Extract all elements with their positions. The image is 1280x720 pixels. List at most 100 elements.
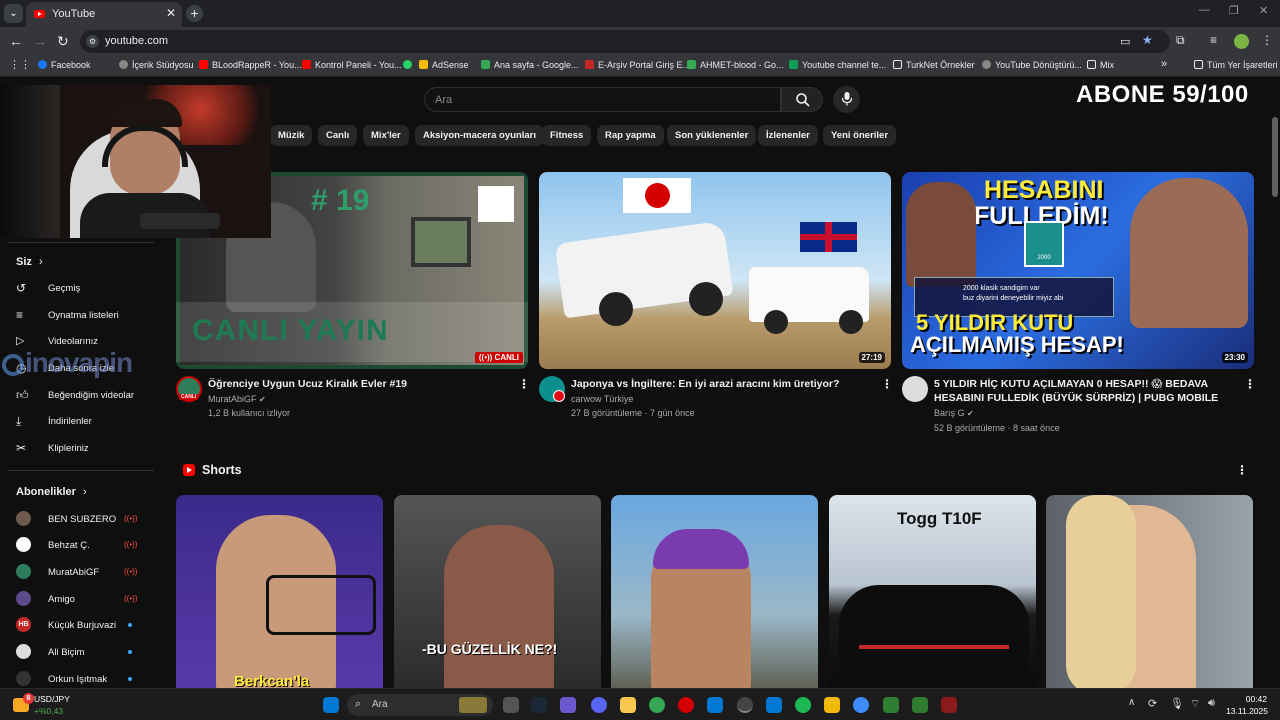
forward-arrow-icon[interactable]: → [33,33,47,49]
bookmark-kontrol-paneli[interactable]: Kontrol Paneli - You... [302,60,402,70]
short-thumbnail-3[interactable] [611,495,818,688]
facebook-icon [38,60,47,69]
taskbar-search-placeholder: Ara [372,699,388,710]
search-button[interactable] [781,87,823,112]
play-app-icon[interactable] [912,697,928,713]
bookmark-facebook[interactable]: Facebook [38,60,91,70]
microphone-tray-icon[interactable]: 🎙︎ [1170,697,1184,710]
windows-start-icon[interactable] [323,697,339,713]
profile-avatar[interactable] [1234,34,1249,49]
task-view-icon[interactable] [503,697,519,713]
page-scrollbar[interactable] [1272,117,1278,197]
channel-avatar-2[interactable] [539,376,565,402]
clock-time[interactable]: 00:42 [1229,694,1267,704]
bookmark-ahmet-blood[interactable]: AHMET-blood - Go... [687,60,784,70]
shorts-menu-icon[interactable]: ⋮ [1236,463,1248,477]
chip-izlenenler[interactable]: İzlenenler [758,125,818,146]
chip-fitness[interactable]: Fitness [542,125,592,146]
bookmark-icerik-studyosu[interactable]: İçerik Stüdyosu [119,60,194,70]
file-explorer-icon[interactable] [620,697,636,713]
short-thumbnail-1[interactable]: Berkcan'la [176,495,383,688]
site-info-icon[interactable]: ⚙ [86,35,99,48]
game-app-icon[interactable] [941,697,957,713]
short-thumbnail-2[interactable]: -BU GÜZELLİK NE?! [394,495,601,688]
outlook-icon[interactable] [707,697,723,713]
video-thumbnail-3[interactable]: HESABINI FULLEDİM! 2000 2000 klasik sand… [902,172,1254,369]
folder-icon [893,60,902,69]
sidebar-divider [8,242,154,243]
reload-icon[interactable]: ↻ [57,33,69,50]
short-thumbnail-5[interactable] [1046,495,1253,688]
bookmark-youtube-channel[interactable]: Youtube channel te... [789,60,886,70]
window-close-icon[interactable]: ✕ [1259,4,1268,17]
chip-mixler[interactable]: Mix'ler [363,125,409,146]
chip-yeni-oneriler[interactable]: Yeni öneriler [823,125,897,146]
video-thumbnail-2[interactable]: 27:19 [539,172,891,369]
bookmark-google-drive[interactable]: Ana sayfa - Google... [481,60,579,70]
bookmark-e-arsiv[interactable]: E-Arşiv Portal Giriş E... [585,60,690,70]
binance-icon[interactable] [824,697,840,713]
wifi-icon[interactable]: ⌔ [1190,697,1200,711]
copilot-icon[interactable] [560,697,576,713]
bookmark-bloodrapper[interactable]: BLoodRappeR - You... [199,60,302,70]
chip-muzik[interactable]: Müzik [270,125,313,146]
opera-icon[interactable] [678,697,694,713]
voice-search-button[interactable] [833,86,860,113]
video-title-3[interactable]: 5 YILDIR HİÇ KUTU AÇILMAYAN 0 HESAP!! 😱 … [934,377,1234,405]
sidebar-you-header[interactable]: Siz › [16,256,43,268]
chip-canli[interactable]: Canlı [318,125,358,146]
tab-close-icon[interactable]: ✕ [166,6,176,20]
chip-aksiyon-macera[interactable]: Aksiyon-macera oyunları [415,125,544,146]
bookmark-mix[interactable]: Mix [1087,60,1114,70]
channel-name-1[interactable]: MuratAbiGF ✔ [208,394,266,404]
bookmark-star-icon[interactable]: ★ [1142,33,1153,47]
cast-icon[interactable]: ▭ [1120,35,1130,48]
steam-icon[interactable] [531,697,547,713]
url-field[interactable]: ⚙ youtube.com [80,30,1170,53]
bookmark-adsense[interactable]: AdSense [403,60,469,70]
tray-chevron-icon[interactable]: ∧ [1128,697,1135,708]
reading-list-icon[interactable]: ≡ [1210,33,1217,47]
bookmark-youtube-donusturucu[interactable]: YouTube Dönüştürü... [982,60,1082,70]
app-icon[interactable] [853,697,869,713]
bookmark-all-bookmarks[interactable]: Tüm Yer İşaretleri [1194,60,1278,70]
back-arrow-icon[interactable]: ← [9,33,23,49]
channel-name-2[interactable]: carwow Türkiye [571,394,633,404]
search-input[interactable]: Ara [424,87,781,112]
chrome-icon[interactable] [649,697,665,713]
more-bookmarks-icon[interactable]: » [1161,58,1167,70]
bookmark-turknet[interactable]: TurkNet Örnekler [893,60,975,70]
browser-tab-youtube[interactable]: YouTube ✕ [26,2,182,27]
discord-icon[interactable] [591,697,607,713]
thumbnail-headline-1: HESABINI [984,176,1104,204]
chip-son-yuklenenler[interactable]: Son yüklenenler [667,125,757,146]
clock-date[interactable]: 13.11.2025 [1218,706,1268,716]
video-menu-icon[interactable]: ⋮ [518,377,530,391]
video-menu-icon[interactable]: ⋮ [881,377,893,391]
channel-avatar-3[interactable] [902,376,928,402]
short-thumbnail-4[interactable]: Togg T10F [829,495,1036,688]
outlook-new-icon[interactable] [766,697,782,713]
minimize-icon[interactable]: — [1199,4,1210,16]
spotify-icon[interactable] [795,697,811,713]
video-menu-icon[interactable]: ⋮ [1244,377,1256,391]
sync-icon[interactable]: ⟳ [1148,697,1157,710]
apps-grid-icon[interactable]: ⋮⋮ [9,58,31,71]
extensions-icon[interactable]: ⧉ [1176,33,1185,48]
sidebar-subscriptions-header[interactable]: Abonelikler › [16,486,87,498]
taskbar-search-input[interactable]: ⌕ Ara [347,694,493,716]
play-app-icon[interactable] [883,697,899,713]
video-title-1[interactable]: Öğrenciye Uygun Ucuz Kiralık Evler #19 [208,377,498,391]
live-indicator-icon: ((•)) [124,594,138,603]
channel-avatar-1[interactable]: CANLI [176,376,202,402]
obs-icon[interactable] [737,697,753,713]
short-caption-2: -BU GÜZELLİK NE?! [422,641,558,657]
maximize-icon[interactable]: ❐ [1229,4,1239,17]
video-title-2[interactable]: Japonya vs İngiltere: En iyi arazi aracı… [571,377,871,391]
new-tab-button[interactable]: + [186,5,203,22]
tab-search-chevron-icon[interactable]: ⌄ [4,4,23,23]
browser-menu-icon[interactable]: ⋮ [1261,33,1273,47]
channel-name-3[interactable]: Barış G ✔ [934,408,974,418]
chip-rap-yapma[interactable]: Rap yapma [597,125,664,146]
volume-icon[interactable]: 🔊︎ [1208,697,1215,710]
